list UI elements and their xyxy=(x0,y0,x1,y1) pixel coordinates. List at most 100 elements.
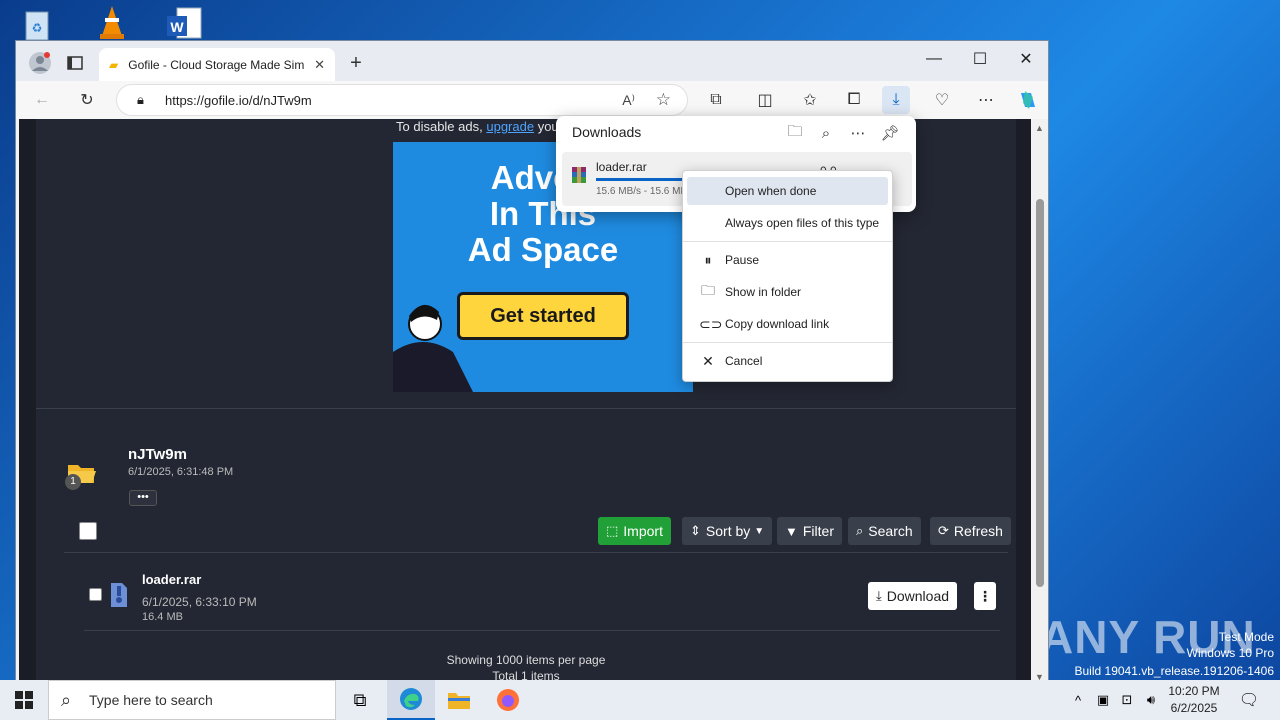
close-tab-icon[interactable]: ✕ xyxy=(314,57,325,73)
menu-open-when-done[interactable]: Open when done xyxy=(687,177,888,205)
windows-logo-icon xyxy=(15,691,33,709)
refresh-icon[interactable]: ↻ xyxy=(73,86,101,114)
download-icon: ⤓ xyxy=(876,588,882,603)
taskbar: ⌕ Type here to search ⧉ ^ ▣ ⊡ 🔊︎ 10:20 P… xyxy=(0,680,1280,720)
new-tab-icon[interactable]: + xyxy=(342,49,370,77)
more-options-icon[interactable]: ⋯ xyxy=(845,120,871,146)
menu-separator xyxy=(683,342,892,343)
file-checkbox[interactable] xyxy=(89,588,102,601)
pause-icon: ⏸︎ xyxy=(704,251,712,268)
menu-show-in-folder[interactable]: 🗀︎ Show in folder xyxy=(687,278,888,306)
task-view-icon[interactable]: ⧉ xyxy=(336,680,384,720)
search-icon: ⌕ xyxy=(856,523,864,538)
show-hidden-icons-icon[interactable]: ^ xyxy=(1066,680,1090,720)
watermark-build: Build 19041.vb_release.191206-1406 xyxy=(1074,664,1275,678)
select-all-checkbox[interactable] xyxy=(79,522,97,540)
file-size: 16.4 MB xyxy=(142,611,183,623)
file-name[interactable]: loader.rar xyxy=(142,572,201,587)
filter-label: Filter xyxy=(802,523,834,539)
svg-text:W: W xyxy=(170,19,184,35)
profile-icon[interactable] xyxy=(26,49,54,77)
address-bar[interactable]: 🔒︎ https://gofile.io/d/nJTw9m A⁾ ☆ xyxy=(116,84,688,116)
collections-icon[interactable]: ⧠ xyxy=(840,86,868,114)
refresh-content-icon: ⟳ xyxy=(938,523,949,538)
split-screen-icon[interactable]: ◫ xyxy=(751,86,779,114)
svg-text:♻: ♻ xyxy=(32,21,43,35)
notifications-icon[interactable]: 🗨︎ xyxy=(1234,680,1264,720)
sort-by-button[interactable]: ⇕ Sort by ▼ xyxy=(682,517,773,545)
vlc-icon[interactable] xyxy=(92,4,132,44)
downloads-title: Downloads xyxy=(572,124,642,140)
start-button[interactable] xyxy=(0,680,48,720)
tab-title: Gofile - Cloud Storage Made Sim xyxy=(128,57,305,72)
tab-gofile[interactable]: ▰ Gofile - Cloud Storage Made Sim ✕ xyxy=(99,48,335,81)
search-label: Search xyxy=(868,523,913,539)
sort-icon: ⇕ xyxy=(690,523,701,538)
browser-essentials-icon[interactable]: ♡ xyxy=(928,86,956,114)
download-button[interactable]: ⤓ Download xyxy=(868,582,958,610)
folder-date: 6/1/2025, 6:31:48 PM xyxy=(128,466,234,478)
refresh-label: Refresh xyxy=(953,523,1003,539)
scrollbar-thumb[interactable] xyxy=(1036,199,1044,587)
close-window-icon[interactable]: ✕ xyxy=(1003,45,1049,73)
favorites-icon[interactable]: ✩ xyxy=(796,86,824,114)
back-icon[interactable]: ← xyxy=(28,86,56,114)
folder-more-button[interactable]: ••• xyxy=(129,490,157,506)
menu-copy-link[interactable]: ⊂⊃ Copy download link xyxy=(687,310,888,338)
import-button[interactable]: ⬚ Import xyxy=(598,517,671,545)
clock-time: 10:20 PM xyxy=(1168,684,1220,698)
maximize-icon[interactable]: ☐ xyxy=(957,45,1003,73)
favorite-star-icon[interactable]: ☆ xyxy=(656,90,671,110)
network-icon[interactable]: ⊡ xyxy=(1116,680,1138,720)
extensions-icon[interactable]: ⧉ xyxy=(702,86,730,114)
import-label: Import xyxy=(623,523,663,539)
archive-file-icon xyxy=(109,582,129,613)
clock-date: 6/2/2025 xyxy=(1170,701,1218,715)
settings-more-icon[interactable]: ⋯ xyxy=(972,86,1000,114)
filter-icon: ▼ xyxy=(785,523,798,539)
refresh-button[interactable]: ⟳ Refresh xyxy=(930,517,1011,545)
edge-taskbar-icon[interactable] xyxy=(387,680,435,720)
menu-cancel[interactable]: ✕ Cancel xyxy=(687,347,888,375)
system-clock[interactable]: 10:20 PM 6/2/2025 xyxy=(1158,683,1230,717)
items-per-page-text: Showing 1000 items per page xyxy=(446,653,606,667)
download-context-menu: Open when done Always open files of this… xyxy=(682,170,893,382)
ad-get-started-button[interactable]: Get started xyxy=(457,292,629,340)
minimize-icon[interactable]: — xyxy=(911,45,957,73)
ad-notice: To disable ads, upgrade your xyxy=(396,119,563,134)
menu-always-open[interactable]: Always open files of this type xyxy=(687,209,888,237)
menu-pause[interactable]: ⏸︎ Pause xyxy=(687,246,888,274)
filter-button[interactable]: ▼ Filter xyxy=(777,517,842,545)
menu-open-when-done-label: Open when done xyxy=(725,184,817,198)
page-scrollbar[interactable]: ▲ ▼ xyxy=(1032,119,1048,684)
menu-cancel-label: Cancel xyxy=(725,354,763,368)
taskbar-search-box[interactable]: ⌕ Type here to search xyxy=(48,680,336,720)
upgrade-link[interactable]: upgrade xyxy=(486,119,534,134)
downloads-icon[interactable]: ⤓ xyxy=(882,86,910,114)
folder-count-badge: 1 xyxy=(65,474,81,490)
divider xyxy=(64,552,1008,553)
open-folder-icon[interactable]: 🗀︎ xyxy=(782,120,808,146)
link-icon: ⊂⊃ xyxy=(699,315,723,332)
url-text: https://gofile.io/d/nJTw9m xyxy=(165,92,312,108)
folder-name: nJTw9m xyxy=(128,446,187,463)
tab-actions-icon[interactable] xyxy=(61,49,89,77)
device-icon[interactable]: ▣ xyxy=(1092,680,1114,720)
file-more-button[interactable]: ⋮ xyxy=(974,582,996,610)
ad-headline-line3: Ad Space xyxy=(467,231,619,268)
divider xyxy=(36,408,1016,409)
ad-notice-text: To disable ads, xyxy=(396,119,483,134)
file-explorer-icon[interactable] xyxy=(435,680,483,720)
taskbar-search-placeholder: Type here to search xyxy=(89,692,213,708)
tab-bar: ▰ Gofile - Cloud Storage Made Sim ✕ + — … xyxy=(16,41,1048,81)
scroll-up-icon[interactable]: ▲ xyxy=(1035,123,1044,133)
firefox-icon[interactable] xyxy=(484,680,532,720)
read-aloud-icon[interactable]: A⁾ xyxy=(622,92,635,109)
search-downloads-icon[interactable]: ⌕ xyxy=(813,120,839,146)
folder-outline-icon: 🗀︎ xyxy=(701,282,715,298)
search-button[interactable]: ⌕ Search xyxy=(848,517,921,545)
pin-icon[interactable]: 📌︎ xyxy=(877,120,903,146)
copilot-icon[interactable] xyxy=(1014,86,1042,114)
browser-toolbar: ← ↻ 🔒︎ https://gofile.io/d/nJTw9m A⁾ ☆ ⧉… xyxy=(16,81,1048,119)
menu-pause-label: Pause xyxy=(725,253,760,267)
